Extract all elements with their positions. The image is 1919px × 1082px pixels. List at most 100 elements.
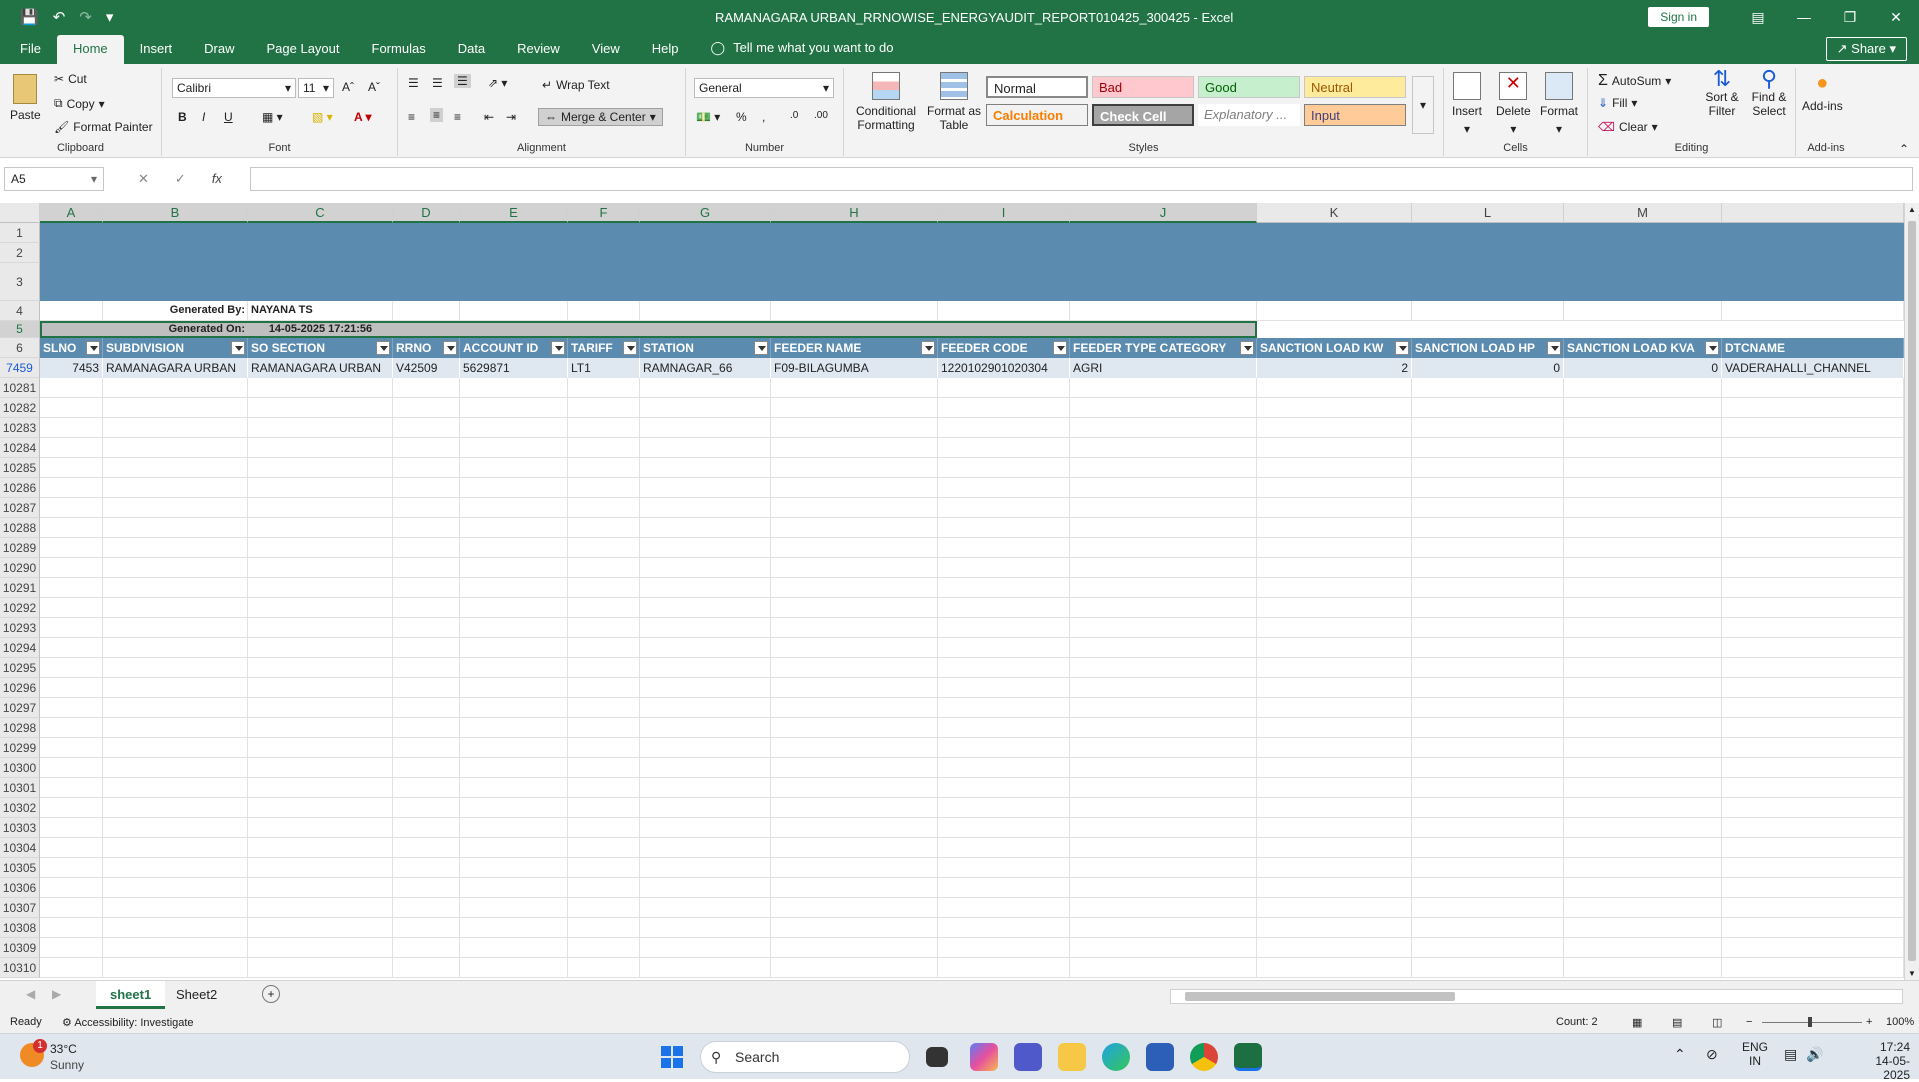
cell[interactable] xyxy=(1070,598,1257,618)
zoom-out-icon[interactable]: − xyxy=(1746,1016,1752,1028)
filter-dropdown-icon[interactable] xyxy=(376,341,390,355)
cell[interactable] xyxy=(103,418,248,438)
cell[interactable] xyxy=(1564,658,1722,678)
cell[interactable] xyxy=(393,538,460,558)
cell[interactable] xyxy=(1070,858,1257,878)
cell[interactable] xyxy=(1070,498,1257,518)
cell[interactable] xyxy=(460,958,568,978)
cell[interactable] xyxy=(1412,498,1564,518)
cell[interactable] xyxy=(1257,818,1412,838)
cell[interactable] xyxy=(771,938,938,958)
align-left-icon[interactable]: ≡ xyxy=(408,110,415,124)
orientation-icon[interactable]: ⇗ ▾ xyxy=(488,76,507,90)
cell[interactable] xyxy=(1070,898,1257,918)
cell[interactable] xyxy=(248,618,393,638)
row-header[interactable]: 10284 xyxy=(0,438,40,458)
cell[interactable] xyxy=(1070,918,1257,938)
cell[interactable] xyxy=(103,938,248,958)
filter-dropdown-icon[interactable] xyxy=(443,341,457,355)
cell[interactable] xyxy=(1412,798,1564,818)
cell[interactable] xyxy=(640,458,771,478)
cell[interactable] xyxy=(248,758,393,778)
cell[interactable] xyxy=(938,598,1070,618)
cell[interactable] xyxy=(393,498,460,518)
cell[interactable] xyxy=(568,458,640,478)
cell[interactable] xyxy=(1412,878,1564,898)
cell[interactable] xyxy=(938,678,1070,698)
scroll-up-icon[interactable]: ▲ xyxy=(1908,205,1916,214)
taskbar-search[interactable]: ⚲ Search xyxy=(700,1041,910,1073)
cell[interactable] xyxy=(938,818,1070,838)
cell[interactable] xyxy=(1564,958,1722,978)
conditional-formatting-button[interactable]: Conditional Formatting xyxy=(854,72,918,132)
cell[interactable] xyxy=(1257,938,1412,958)
cell[interactable] xyxy=(460,378,568,398)
cell[interactable] xyxy=(1412,858,1564,878)
row-header[interactable]: 1 xyxy=(0,223,40,243)
cell[interactable] xyxy=(1257,838,1412,858)
cell[interactable] xyxy=(938,558,1070,578)
network-icon[interactable]: ⊘ xyxy=(1706,1046,1718,1063)
filter-dropdown-icon[interactable] xyxy=(754,341,768,355)
cell[interactable] xyxy=(938,618,1070,638)
top-align-icon[interactable]: ☰ xyxy=(408,76,419,90)
cell[interactable] xyxy=(568,301,640,321)
cell[interactable] xyxy=(640,518,771,538)
cell[interactable] xyxy=(460,438,568,458)
cell[interactable] xyxy=(460,918,568,938)
cell[interactable] xyxy=(640,758,771,778)
decrease-font-icon[interactable]: Aˇ xyxy=(368,80,380,94)
row-header[interactable]: 10287 xyxy=(0,498,40,518)
column-header-h[interactable]: H xyxy=(771,203,938,223)
cell[interactable] xyxy=(40,658,103,678)
cell[interactable] xyxy=(640,718,771,738)
scroll-down-icon[interactable]: ▼ xyxy=(1908,969,1916,978)
table-cell[interactable]: V42509 xyxy=(393,358,460,378)
tab-insert[interactable]: Insert xyxy=(124,35,189,64)
cell[interactable] xyxy=(771,758,938,778)
cell[interactable] xyxy=(1070,798,1257,818)
cell[interactable] xyxy=(938,578,1070,598)
task-view-icon[interactable] xyxy=(926,1047,948,1067)
cell[interactable] xyxy=(248,718,393,738)
table-cell[interactable]: RAMANAGARA URBAN xyxy=(248,358,393,378)
cell[interactable] xyxy=(248,918,393,938)
table-header-5[interactable]: TARIFF xyxy=(568,338,640,358)
row-header[interactable]: 4 xyxy=(0,301,40,321)
cell[interactable] xyxy=(1722,638,1904,658)
column-header-m[interactable]: M xyxy=(1564,203,1722,223)
cell[interactable] xyxy=(1412,918,1564,938)
cell[interactable] xyxy=(1722,818,1904,838)
cell[interactable] xyxy=(40,458,103,478)
cell[interactable] xyxy=(568,598,640,618)
cell[interactable] xyxy=(938,398,1070,418)
table-header-8[interactable]: FEEDER CODE xyxy=(938,338,1070,358)
cell[interactable] xyxy=(1722,958,1904,978)
insert-function-icon[interactable]: fx xyxy=(212,171,222,187)
row-header[interactable]: 10298 xyxy=(0,718,40,738)
cell[interactable] xyxy=(248,798,393,818)
cell[interactable] xyxy=(40,838,103,858)
horizontal-scrollbar[interactable] xyxy=(1170,989,1903,1004)
cell[interactable] xyxy=(393,758,460,778)
cell[interactable] xyxy=(103,518,248,538)
cell[interactable] xyxy=(1070,938,1257,958)
cell[interactable] xyxy=(40,578,103,598)
zoom-slider[interactable] xyxy=(1762,1022,1862,1023)
cell[interactable] xyxy=(1412,378,1564,398)
row-header[interactable]: 5 xyxy=(0,321,40,338)
cell[interactable] xyxy=(1412,458,1564,478)
cell[interactable] xyxy=(1257,798,1412,818)
cell[interactable] xyxy=(568,778,640,798)
row-header[interactable]: 10299 xyxy=(0,738,40,758)
row-header[interactable]: 10293 xyxy=(0,618,40,638)
cell[interactable] xyxy=(248,838,393,858)
cell[interactable] xyxy=(1070,438,1257,458)
cell[interactable] xyxy=(568,498,640,518)
cell[interactable] xyxy=(103,478,248,498)
excel-taskbar-icon[interactable] xyxy=(1234,1043,1262,1071)
decrease-indent-icon[interactable]: ⇤ xyxy=(484,110,494,124)
cell[interactable] xyxy=(460,898,568,918)
cell[interactable] xyxy=(393,478,460,498)
cell[interactable] xyxy=(1412,838,1564,858)
